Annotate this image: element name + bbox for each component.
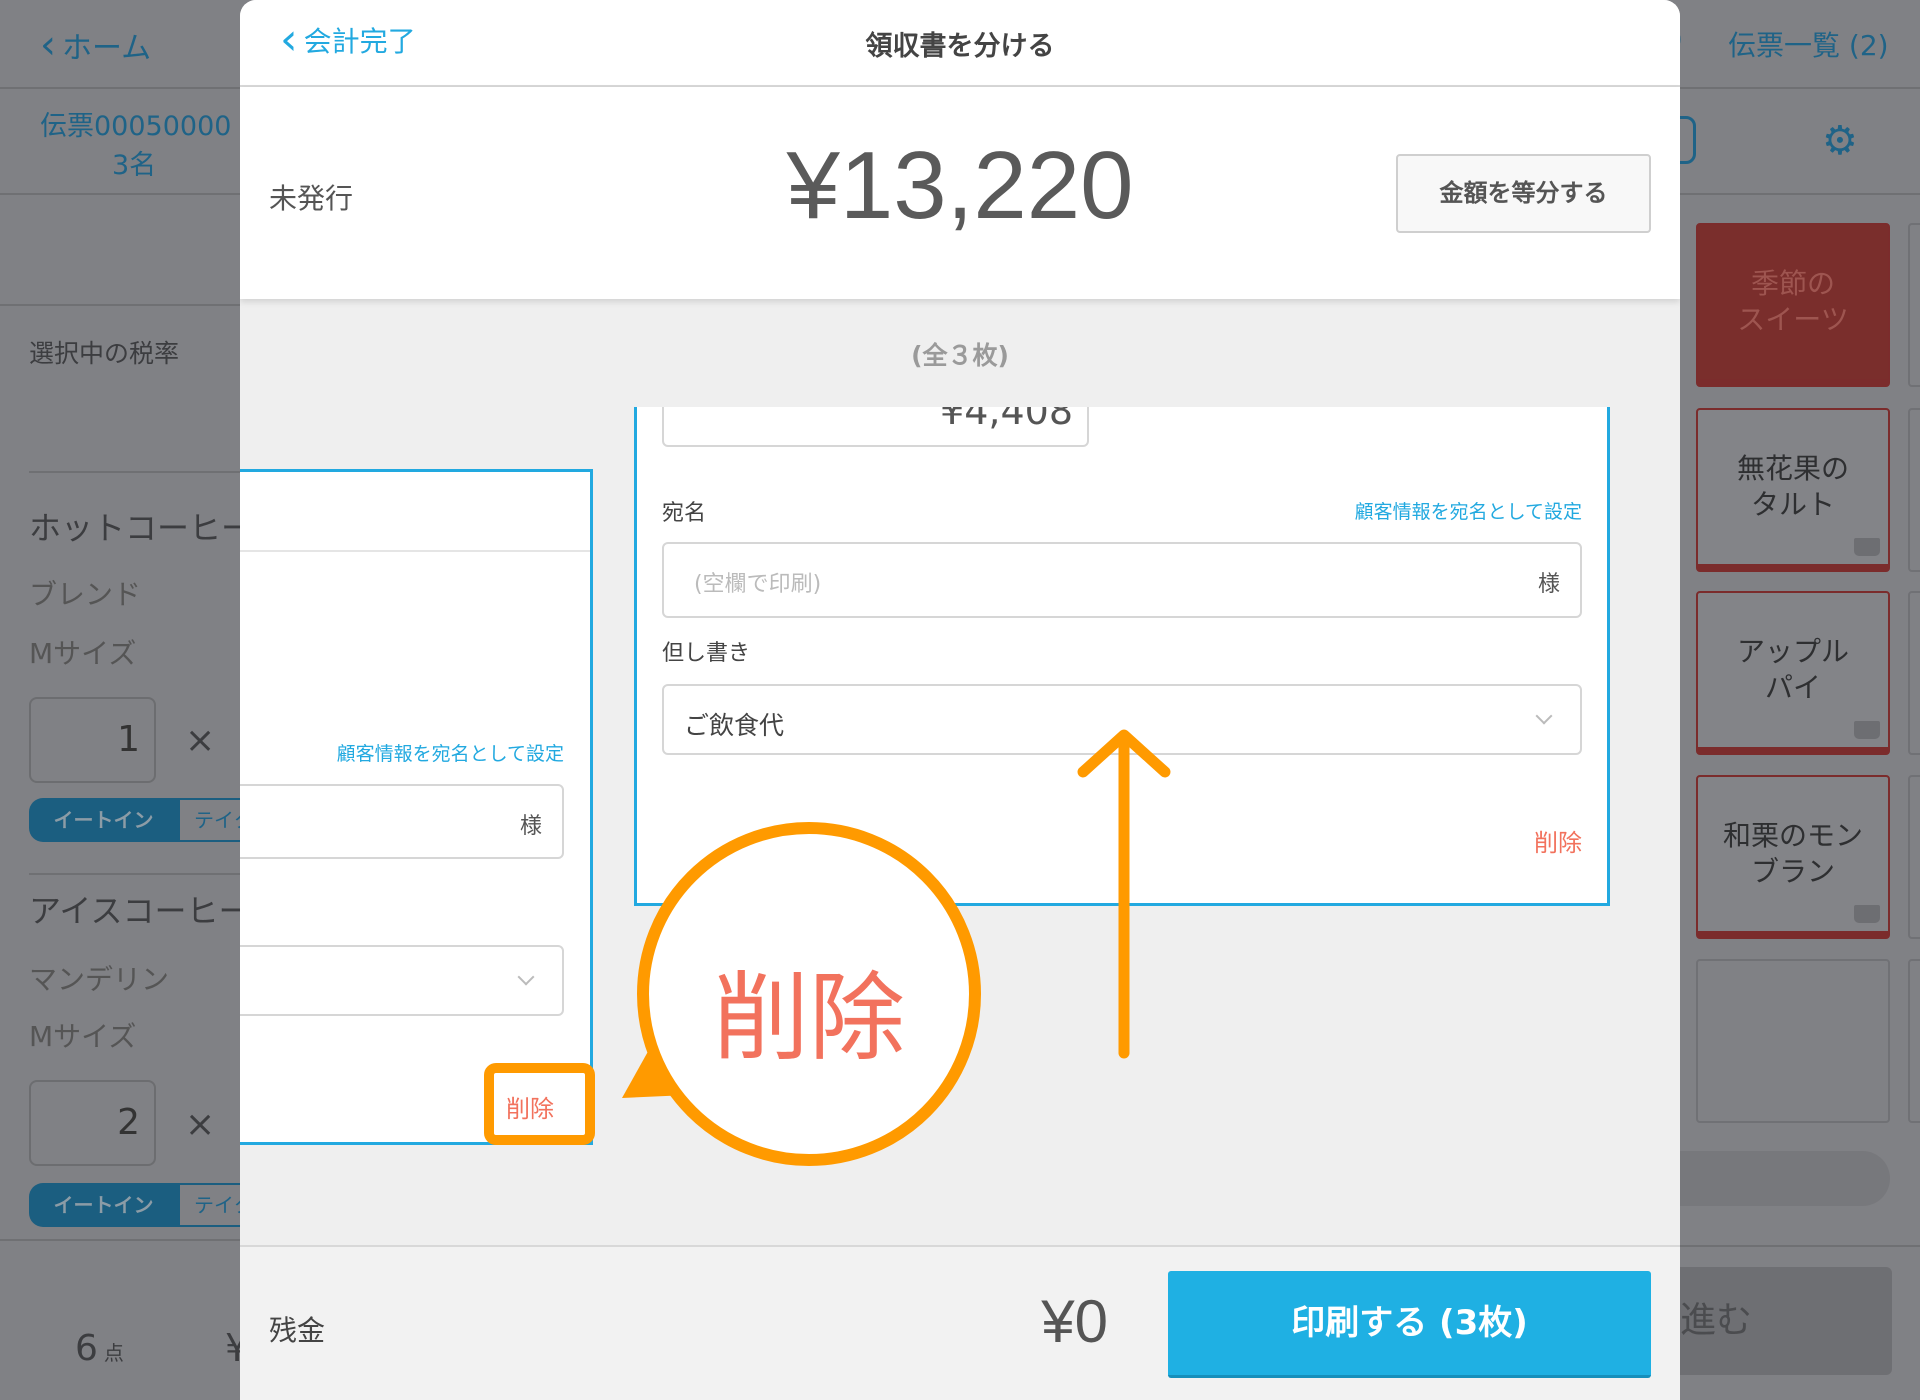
proceed-label: 進む [1680, 1300, 1753, 1341]
item-size: Mサイズ [29, 637, 137, 670]
product-tile[interactable]: アップル パイ [1696, 591, 1890, 755]
chevron-left-icon: ‹ [40, 22, 56, 68]
times-icon: × [185, 720, 216, 761]
tile-partial[interactable] [1908, 223, 1920, 387]
product-tile[interactable]: 無花果の タルト [1696, 408, 1890, 572]
tax-rate-label: 選択中の税率 [29, 339, 180, 368]
basket-icon [1854, 721, 1880, 739]
ticket-number: 伝票00050000 [40, 111, 232, 142]
product-tile[interactable]: 和栗のモン ブラン [1696, 775, 1890, 939]
tile-label: アップル パイ [1736, 635, 1849, 704]
count-value: 6 [75, 1328, 98, 1369]
eat-in-option[interactable]: イートイン [29, 1183, 178, 1227]
ticket-list-button[interactable]: 伝票一覧 (2) [1728, 24, 1889, 64]
tile-partial[interactable] [1908, 408, 1920, 572]
times-icon: × [185, 1104, 216, 1145]
item-size: Mサイズ [29, 1020, 137, 1053]
basket-icon [1854, 538, 1880, 556]
tile-label: 和栗のモン ブラン [1722, 819, 1863, 888]
annotation-overlay [622, 729, 1171, 1166]
eat-in-toggle[interactable]: イートイン テイク [29, 1183, 269, 1227]
modal-footer: 残金 ¥0 印刷する (3枚) [240, 1245, 1680, 1400]
tile-partial[interactable] [1908, 591, 1920, 755]
receipt-split-modal: ‹ 会計完了 領収書を分ける 未発行 ¥13,220 金額を等分する (全３枚)… [240, 0, 1680, 1400]
item-name: ホットコーヒー [29, 509, 254, 547]
tile-partial[interactable] [1908, 959, 1920, 1123]
home-label: ホーム [62, 31, 152, 66]
tile-partial[interactable] [1908, 775, 1920, 939]
callout-text: 削除 [713, 962, 905, 1074]
quantity-field[interactable]: 2 [29, 1080, 156, 1166]
basket-icon [1854, 905, 1880, 923]
home-back-button[interactable]: ‹ ホーム [40, 22, 151, 68]
tile-label: 季節の スイーツ [1737, 267, 1849, 336]
count-unit: 点 [103, 1341, 124, 1365]
category-tile[interactable]: 季節の スイーツ [1696, 223, 1890, 387]
eat-in-option[interactable]: イートイン [29, 798, 178, 842]
gear-icon[interactable]: ⚙ [1822, 118, 1858, 164]
empty-tile[interactable] [1696, 959, 1890, 1123]
tile-label: 無花果の タルト [1736, 452, 1849, 521]
item-option: マンデリン [29, 963, 170, 996]
item-name: アイスコーヒー [29, 892, 251, 930]
item-count: 6点 [75, 1328, 124, 1369]
remaining-label: 残金 [269, 1314, 326, 1347]
eat-in-toggle[interactable]: イートイン テイク [29, 798, 269, 842]
guest-count: 3名 [112, 150, 157, 181]
remaining-value: ¥0 [1041, 1288, 1108, 1355]
print-button[interactable]: 印刷する (3枚) [1168, 1271, 1651, 1378]
item-option: ブレンド [29, 578, 142, 611]
quantity-field[interactable]: 1 [29, 697, 156, 783]
